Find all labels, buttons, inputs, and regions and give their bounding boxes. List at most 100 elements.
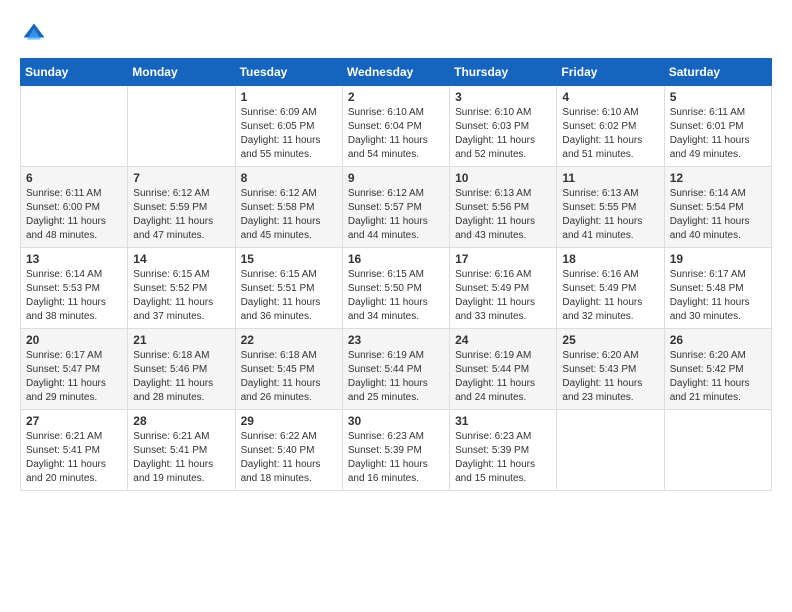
calendar-cell: 27 Sunrise: 6:21 AMSunset: 5:41 PMDayligh… [21,410,128,491]
day-number: 11 [562,171,658,185]
day-info: Sunrise: 6:21 AMSunset: 5:41 PMDaylight:… [26,430,122,486]
calendar-cell [664,410,771,491]
day-number: 5 [670,90,766,104]
calendar-cell: 5 Sunrise: 6:11 AMSunset: 6:01 PMDaylight… [664,86,771,167]
weekday-header-wednesday: Wednesday [342,59,449,86]
calendar-cell: 21 Sunrise: 6:18 AMSunset: 5:46 PMDayligh… [128,329,235,410]
day-info: Sunrise: 6:13 AMSunset: 5:55 PMDaylight:… [562,187,658,243]
day-number: 7 [133,171,229,185]
day-number: 20 [26,333,122,347]
day-info: Sunrise: 6:23 AMSunset: 5:39 PMDaylight:… [348,430,444,486]
day-info: Sunrise: 6:20 AMSunset: 5:42 PMDaylight:… [670,349,766,405]
day-info: Sunrise: 6:19 AMSunset: 5:44 PMDaylight:… [348,349,444,405]
calendar-cell: 20 Sunrise: 6:17 AMSunset: 5:47 PMDayligh… [21,329,128,410]
day-number: 1 [241,90,337,104]
day-info: Sunrise: 6:23 AMSunset: 5:39 PMDaylight:… [455,430,551,486]
calendar-cell [557,410,664,491]
day-info: Sunrise: 6:22 AMSunset: 5:40 PMDaylight:… [241,430,337,486]
day-number: 16 [348,252,444,266]
calendar-cell: 29 Sunrise: 6:22 AMSunset: 5:40 PMDayligh… [235,410,342,491]
calendar-cell: 14 Sunrise: 6:15 AMSunset: 5:52 PMDayligh… [128,248,235,329]
calendar-cell: 18 Sunrise: 6:16 AMSunset: 5:49 PMDayligh… [557,248,664,329]
day-number: 14 [133,252,229,266]
weekday-header-row: SundayMondayTuesdayWednesdayThursdayFrid… [21,59,772,86]
day-info: Sunrise: 6:09 AMSunset: 6:05 PMDaylight:… [241,106,337,162]
calendar-cell: 31Sunrise: 6:23 AMSunset: 5:39 PMDayligh… [450,410,557,491]
calendar-cell: 17 Sunrise: 6:16 AMSunset: 5:49 PMDayligh… [450,248,557,329]
calendar-cell: 6 Sunrise: 6:11 AMSunset: 6:00 PMDaylight… [21,167,128,248]
day-info: Sunrise: 6:16 AMSunset: 5:49 PMDaylight:… [562,268,658,324]
day-info: Sunrise: 6:15 AMSunset: 5:52 PMDaylight:… [133,268,229,324]
calendar-cell: 16 Sunrise: 6:15 AMSunset: 5:50 PMDayligh… [342,248,449,329]
weekday-header-thursday: Thursday [450,59,557,86]
day-info: Sunrise: 6:18 AMSunset: 5:46 PMDaylight:… [133,349,229,405]
day-number: 13 [26,252,122,266]
calendar-cell: 28 Sunrise: 6:21 AMSunset: 5:41 PMDayligh… [128,410,235,491]
calendar-cell: 25 Sunrise: 6:20 AMSunset: 5:43 PMDayligh… [557,329,664,410]
day-number: 18 [562,252,658,266]
calendar-cell: 15 Sunrise: 6:15 AMSunset: 5:51 PMDayligh… [235,248,342,329]
logo [20,20,52,48]
day-number: 22 [241,333,337,347]
day-info: Sunrise: 6:15 AMSunset: 5:51 PMDaylight:… [241,268,337,324]
weekday-header-monday: Monday [128,59,235,86]
calendar-cell: 19Sunrise: 6:17 AMSunset: 5:48 PMDayligh… [664,248,771,329]
day-number: 2 [348,90,444,104]
calendar-week-row: 1 Sunrise: 6:09 AMSunset: 6:05 PMDaylight… [21,86,772,167]
calendar-week-row: 27 Sunrise: 6:21 AMSunset: 5:41 PMDayligh… [21,410,772,491]
day-info: Sunrise: 6:17 AMSunset: 5:47 PMDaylight:… [26,349,122,405]
weekday-header-friday: Friday [557,59,664,86]
day-number: 17 [455,252,551,266]
calendar-cell: 3Sunrise: 6:10 AMSunset: 6:03 PMDaylight… [450,86,557,167]
day-number: 9 [348,171,444,185]
day-number: 6 [26,171,122,185]
day-number: 19 [670,252,766,266]
day-info: Sunrise: 6:16 AMSunset: 5:49 PMDaylight:… [455,268,551,324]
calendar-week-row: 20 Sunrise: 6:17 AMSunset: 5:47 PMDayligh… [21,329,772,410]
day-number: 26 [670,333,766,347]
weekday-header-saturday: Saturday [664,59,771,86]
day-number: 12 [670,171,766,185]
calendar-cell: 2 Sunrise: 6:10 AMSunset: 6:04 PMDaylight… [342,86,449,167]
day-info: Sunrise: 6:11 AMSunset: 6:00 PMDaylight:… [26,187,122,243]
weekday-header-sunday: Sunday [21,59,128,86]
calendar-cell: 23Sunrise: 6:19 AMSunset: 5:44 PMDayligh… [342,329,449,410]
day-info: Sunrise: 6:14 AMSunset: 5:53 PMDaylight:… [26,268,122,324]
day-number: 3 [455,90,551,104]
day-number: 29 [241,414,337,428]
calendar-cell [128,86,235,167]
calendar-cell: 8 Sunrise: 6:12 AMSunset: 5:58 PMDaylight… [235,167,342,248]
day-number: 4 [562,90,658,104]
day-number: 30 [348,414,444,428]
calendar-cell: 30 Sunrise: 6:23 AMSunset: 5:39 PMDayligh… [342,410,449,491]
calendar-table: SundayMondayTuesdayWednesdayThursdayFrid… [20,58,772,491]
day-number: 27 [26,414,122,428]
day-info: Sunrise: 6:12 AMSunset: 5:58 PMDaylight:… [241,187,337,243]
day-info: Sunrise: 6:10 AMSunset: 6:04 PMDaylight:… [348,106,444,162]
day-number: 8 [241,171,337,185]
day-info: Sunrise: 6:13 AMSunset: 5:56 PMDaylight:… [455,187,551,243]
weekday-header-tuesday: Tuesday [235,59,342,86]
day-info: Sunrise: 6:14 AMSunset: 5:54 PMDaylight:… [670,187,766,243]
day-info: Sunrise: 6:21 AMSunset: 5:41 PMDaylight:… [133,430,229,486]
day-info: Sunrise: 6:10 AMSunset: 6:02 PMDaylight:… [562,106,658,162]
day-info: Sunrise: 6:20 AMSunset: 5:43 PMDaylight:… [562,349,658,405]
page-header [20,20,772,48]
calendar-cell: 13 Sunrise: 6:14 AMSunset: 5:53 PMDayligh… [21,248,128,329]
calendar-cell: 12 Sunrise: 6:14 AMSunset: 5:54 PMDayligh… [664,167,771,248]
day-number: 10 [455,171,551,185]
calendar-week-row: 6 Sunrise: 6:11 AMSunset: 6:00 PMDaylight… [21,167,772,248]
day-number: 28 [133,414,229,428]
day-info: Sunrise: 6:11 AMSunset: 6:01 PMDaylight:… [670,106,766,162]
day-info: Sunrise: 6:15 AMSunset: 5:50 PMDaylight:… [348,268,444,324]
logo-icon [20,20,48,48]
day-number: 25 [562,333,658,347]
calendar-cell: 22 Sunrise: 6:18 AMSunset: 5:45 PMDayligh… [235,329,342,410]
day-number: 15 [241,252,337,266]
calendar-cell [21,86,128,167]
calendar-week-row: 13 Sunrise: 6:14 AMSunset: 5:53 PMDayligh… [21,248,772,329]
day-info: Sunrise: 6:18 AMSunset: 5:45 PMDaylight:… [241,349,337,405]
day-number: 21 [133,333,229,347]
calendar-cell: 4 Sunrise: 6:10 AMSunset: 6:02 PMDaylight… [557,86,664,167]
day-number: 24 [455,333,551,347]
